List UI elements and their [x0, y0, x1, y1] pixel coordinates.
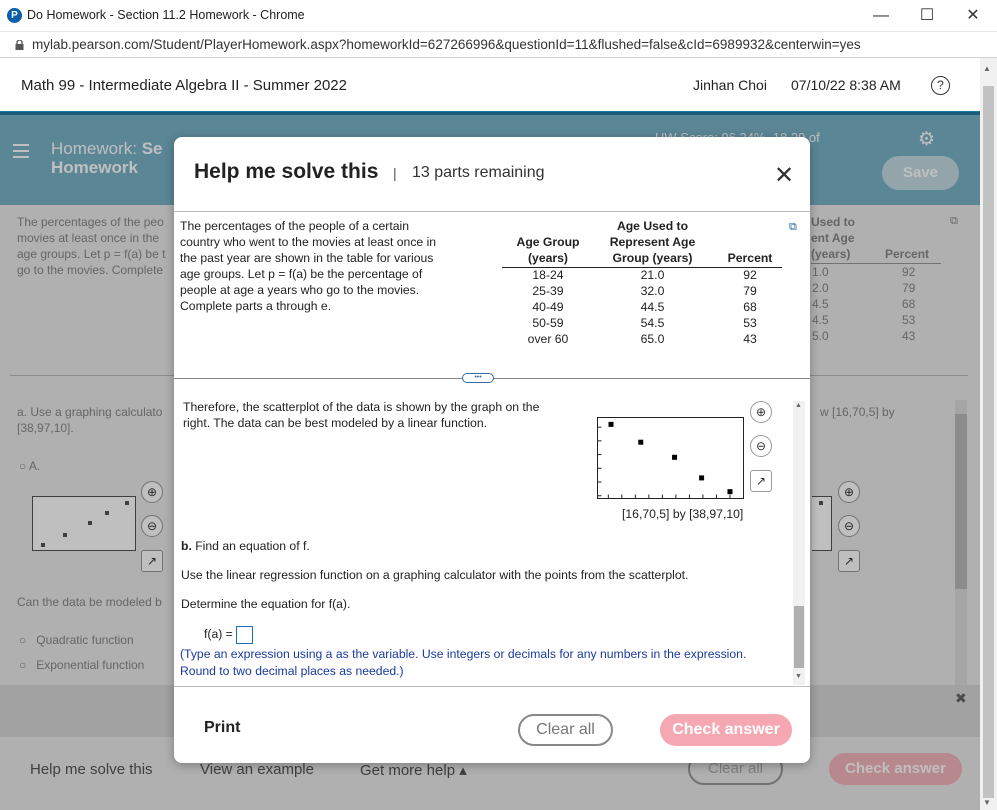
answer-input[interactable]: [236, 626, 254, 644]
answer-label: f(a) =: [204, 627, 233, 642]
scatter-point: [727, 489, 733, 495]
url-text[interactable]: mylab.pearson.com/Student/PlayerHomework…: [32, 37, 861, 52]
close-icon[interactable]: ✕: [774, 161, 794, 190]
course-header: Math 99 - Intermediate Algebra II - Summ…: [0, 58, 980, 112]
table-header-age-used: Age Used to Represent Age Group (years): [609, 219, 696, 265]
zoom-out-icon-modal[interactable]: ⊖: [750, 435, 772, 457]
answer-row: f(a) =: [204, 626, 254, 644]
expand-icon[interactable]: ⧉: [789, 221, 797, 234]
maximize-button[interactable]: ☐: [904, 0, 950, 32]
modal-title-separator: |: [393, 165, 397, 181]
close-window-button[interactable]: ✕: [950, 0, 996, 32]
part-b-prompt: Find an equation of f.: [191, 539, 310, 553]
regression-text: Use the linear regression function on a …: [181, 568, 689, 582]
date-time: 07/10/22 8:38 AM: [791, 77, 901, 93]
scatter-point: [638, 439, 644, 445]
modal-scrollbar[interactable]: ▲ ▼: [793, 401, 805, 685]
window-caption: [16,70,5] by [38,97,10]: [622, 507, 744, 521]
help-icon[interactable]: ?: [931, 76, 950, 95]
table-header-percent: Percent: [727, 251, 773, 265]
percent-column: 92 79 68 53 43: [743, 268, 757, 346]
modal-title: Help me solve this: [194, 160, 379, 183]
scatterplot-frame: [597, 417, 744, 499]
scatter-text: Therefore, the scatterplot of the data i…: [183, 400, 540, 430]
window-title: Do Homework - Section 11.2 Homework - Ch…: [27, 8, 305, 22]
clear-all-button[interactable]: Clear all: [518, 714, 613, 746]
minimize-button[interactable]: —: [858, 0, 904, 32]
scatterplot: [597, 417, 744, 499]
page-scrollbar[interactable]: ▲ ▼: [980, 58, 997, 810]
scatter-point: [699, 475, 705, 481]
scatter-point: [672, 454, 678, 460]
part-b-label: b.: [181, 539, 192, 553]
check-answer-button[interactable]: Check answer: [660, 714, 792, 746]
modal-header-divider: [174, 211, 810, 212]
instruction-text: (Type an expression using a as the varia…: [180, 647, 747, 678]
age-used-column: 21.0 32.0 44.5 54.5 65.0: [640, 268, 665, 346]
question-text: The percentages of the people of a certa…: [180, 219, 437, 313]
expand-handle[interactable]: •••: [462, 373, 494, 383]
scatter-point: [608, 421, 614, 427]
help-modal: Help me solve this | 13 parts remaining …: [174, 137, 810, 763]
pearson-logo-icon: P: [7, 8, 22, 23]
course-title: Math 99 - Intermediate Algebra II - Summ…: [21, 77, 347, 94]
external-link-icon-modal[interactable]: ↗: [750, 470, 772, 492]
parts-remaining: 13 parts remaining: [412, 164, 545, 181]
modal-footer-divider: [174, 686, 810, 687]
determine-text: Determine the equation for f(a).: [181, 597, 351, 611]
lock-icon: [15, 40, 24, 50]
zoom-in-icon-modal[interactable]: ⊕: [750, 401, 772, 423]
user-name: Jinhan Choi: [693, 77, 767, 93]
part-b-text: b. Find an equation of f.: [181, 538, 310, 554]
address-bar: mylab.pearson.com/Student/PlayerHomework…: [0, 32, 997, 58]
print-button[interactable]: Print: [204, 719, 240, 737]
window-titlebar: P Do Homework - Section 11.2 Homework - …: [0, 0, 997, 32]
age-group-column: 18-24 25-39 40-49 50-59 over 60: [527, 268, 569, 346]
table-header-age-group: Age Group (years): [516, 235, 580, 265]
